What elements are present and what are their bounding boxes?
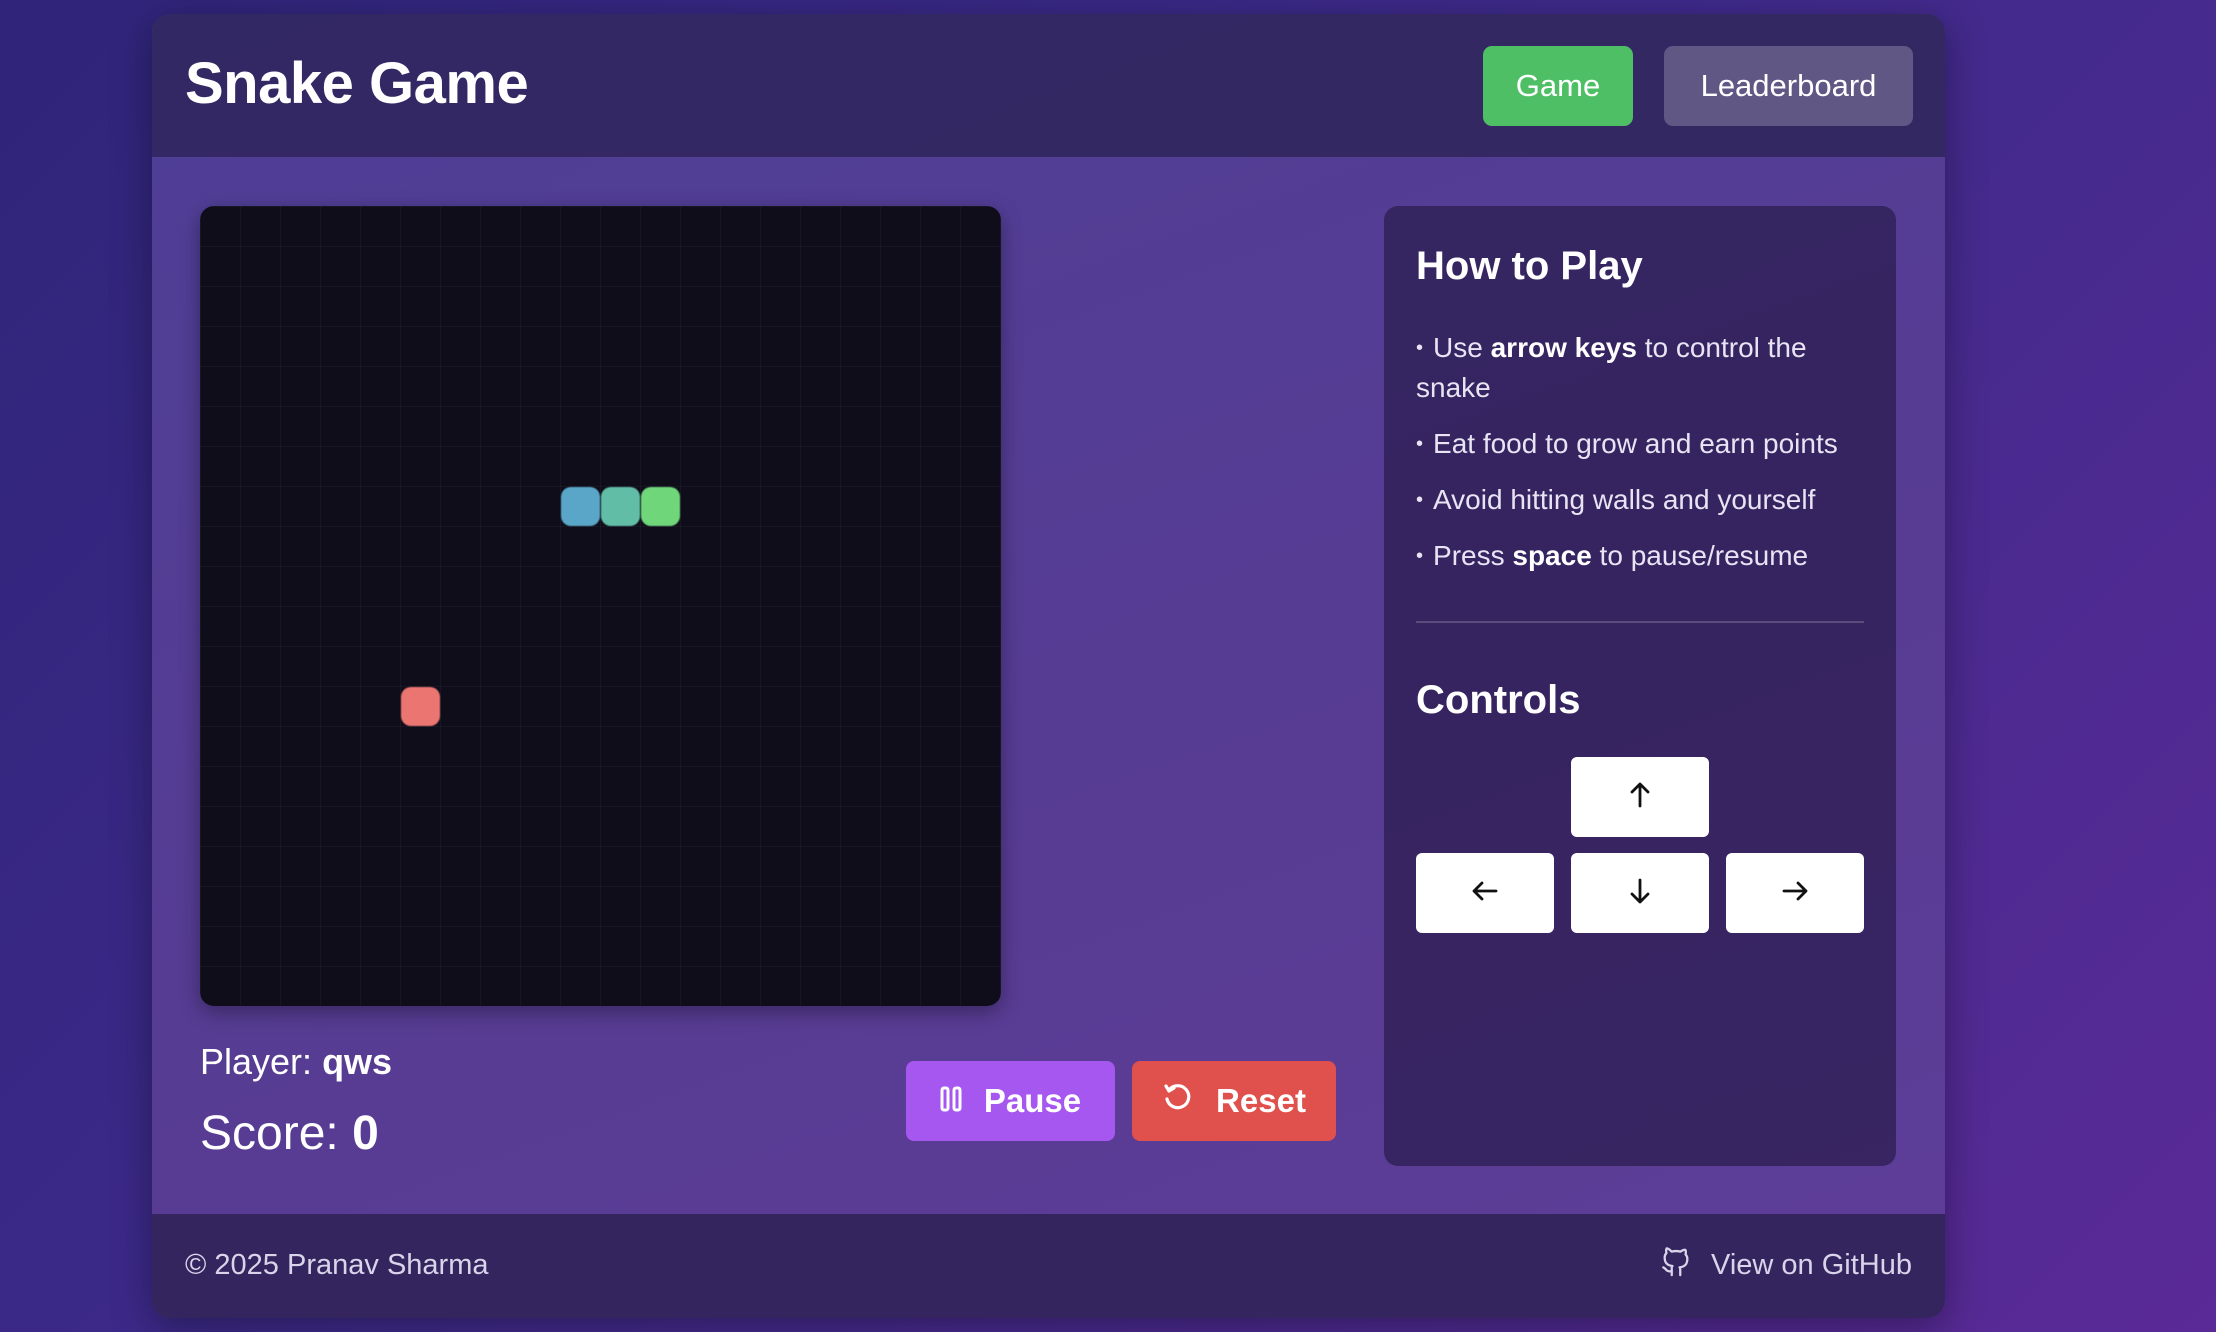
footer: © 2025 Pranav Sharma View on GitHub [152,1214,1945,1318]
arrow-left-icon [1471,878,1499,909]
reset-label: Reset [1216,1082,1306,1119]
copyright-text: © 2025 Pranav Sharma [185,1249,489,1281]
snake-segment [560,486,600,526]
player-info: Player: qws [200,1041,392,1083]
nav-game-button[interactable]: Game [1483,46,1633,126]
arrow-down-icon [1627,877,1653,910]
header: Snake Game Game Leaderboard [152,14,1945,157]
rule-item: Eat food to grow and earn points [1416,424,1876,464]
rule-item: Press space to pause/resume [1416,536,1876,576]
arrow-up-button[interactable] [1571,757,1709,837]
github-icon [1659,1244,1693,1286]
controls-title: Controls [1416,678,1581,722]
reset-icon [1162,1081,1194,1121]
nav-leaderboard-button[interactable]: Leaderboard [1664,46,1913,126]
score-display: Score: 0 [200,1106,379,1161]
score-value: 0 [352,1107,379,1160]
rules-list: Use arrow keys to control the snake Eat f… [1416,328,1876,592]
snake-segment [600,486,640,526]
arrow-right-icon [1781,878,1809,909]
player-name: qws [322,1041,393,1082]
how-to-play-title: How to Play [1416,244,1643,288]
player-label: Player: [200,1041,313,1082]
pause-icon [940,1082,962,1120]
github-link[interactable]: View on GitHub [1659,1244,1912,1286]
rule-item: Avoid hitting walls and yourself [1416,480,1876,520]
arrow-right-button[interactable] [1726,853,1864,933]
pause-button[interactable]: Pause [906,1061,1115,1141]
pause-label: Pause [983,1082,1082,1119]
reset-button[interactable]: Reset [1132,1061,1336,1141]
game-board[interactable] [200,206,1001,1006]
divider [1416,621,1864,623]
arrow-down-button[interactable] [1571,853,1709,933]
snake-segment [640,486,680,526]
food-item [400,686,440,726]
instructions-panel: How to Play Use arrow keys to control th… [1384,206,1896,1166]
app-window: Snake Game Game Leaderboard Player: qws … [152,14,1945,1318]
github-label: View on GitHub [1711,1248,1912,1281]
arrow-left-button[interactable] [1416,853,1554,933]
score-label: Score: [200,1107,339,1160]
rule-item: Use arrow keys to control the snake [1416,328,1876,408]
page-title: Snake Game [185,51,529,116]
arrow-up-icon [1627,781,1653,814]
